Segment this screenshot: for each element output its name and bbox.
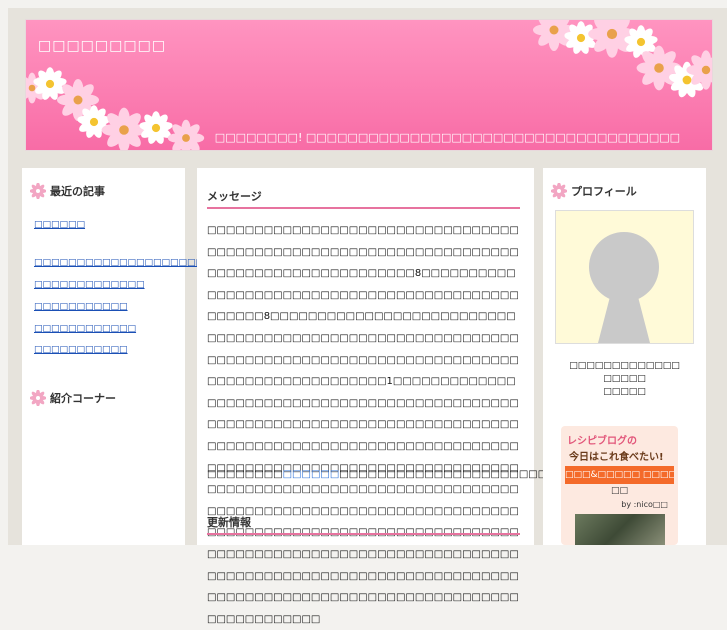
- site-header: □□□□□□□□□ □□□□□□□□! □□□□□□□□□□□□□□□□□□□□…: [26, 20, 712, 150]
- profile-avatar[interactable]: [555, 210, 694, 344]
- main-content: メッセージ □□□□□□□□□□□□□□□□□□□□□□□□□□□□□□□□□□…: [197, 168, 670, 625]
- flower-icon: [551, 183, 567, 199]
- right-sidebar: プロフィール □□□□□□□□□□□□□ □□□□□ □□□□□ レシピブログの…: [543, 168, 706, 545]
- recipe-blog-banner[interactable]: レシピブログの 今日はこれ食べたい! □□□&□□□□□ □□□□□□□□□□ …: [561, 426, 678, 545]
- site-title[interactable]: □□□□□□□□□: [38, 38, 166, 54]
- recent-post-link[interactable]: □□□□□□: [34, 220, 85, 230]
- recent-posts-heading-label: 最近の記事: [50, 185, 105, 198]
- intro-corner-heading-label: 紹介コーナー: [50, 392, 116, 405]
- recipe-blog-subtitle: 今日はこれ食べたい!: [569, 452, 664, 463]
- message-paragraph: □□□□□□□□□□□□□□□□□□□□□□□□□□□□□□□□□□□□□□□□…: [207, 225, 519, 625]
- intro-corner-heading: 紹介コーナー: [30, 389, 116, 407]
- recipe-title-link[interactable]: □□□&□□□□□ □□□□□□□□□□: [565, 466, 674, 484]
- avatar-placeholder-icon: [589, 232, 659, 343]
- left-sidebar: 最近の記事 □□□□□□ □□□□□□□□□□□□□□□□□□□□□□ □□□□…: [22, 168, 221, 545]
- message-heading: メッセージ: [207, 188, 520, 209]
- recent-post-link[interactable]: □□□□□□□□□□□□□: [34, 280, 145, 290]
- profile-heading-label: プロフィール: [571, 185, 637, 198]
- profile-heading: プロフィール: [551, 182, 637, 200]
- profile-name: □□□□□□□□□□□□□: [569, 361, 680, 371]
- recent-post-link[interactable]: □□□□□□□□□□□: [34, 302, 128, 312]
- recent-post-link[interactable]: □□□□□□□□□□□□□□□□□□□□□□: [34, 258, 221, 268]
- recipe-author: by :nico□□: [621, 500, 668, 509]
- recent-posts-heading: 最近の記事: [30, 182, 105, 200]
- message-body: □□□□□□□□□□□□□□□□□□□□□□□□□□□□□□□□□□□□□□□□…: [207, 220, 520, 630]
- recipe-photo[interactable]: [575, 514, 665, 545]
- updates-heading: 更新情報: [207, 514, 520, 535]
- flower-icon: [30, 390, 46, 406]
- invite-link[interactable]: □□□□□□: [283, 469, 340, 480]
- invite-line: □□□□□□□□□□□□□□□□□□□□□□□□□□□□□□□□□□□□□□□□…: [207, 469, 670, 480]
- recent-post-link[interactable]: □□□□□□□□□□□□: [34, 324, 136, 334]
- site-tagline: □□□□□□□□! □□□□□□□□□□□□□□□□□□□□□□□□□□□□□□…: [214, 131, 680, 144]
- recipe-title-continued: □□: [610, 486, 628, 496]
- profile-detail: □□□□□: [603, 387, 646, 397]
- flower-icon: [30, 183, 46, 199]
- profile-detail: □□□□□: [603, 374, 646, 384]
- invite-prefix: □□□□□□□□: [207, 469, 283, 480]
- recent-post-link[interactable]: □□□□□□□□□□□: [34, 345, 128, 355]
- recipe-blog-logo: レシピブログの: [567, 436, 637, 447]
